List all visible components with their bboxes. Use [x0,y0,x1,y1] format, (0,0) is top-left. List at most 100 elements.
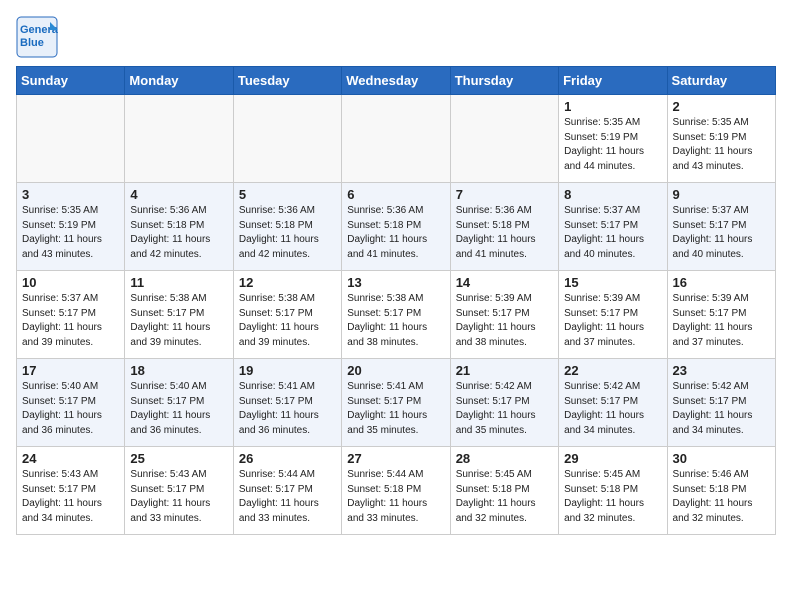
calendar-cell: 17Sunrise: 5:40 AM Sunset: 5:17 PM Dayli… [17,359,125,447]
day-number: 5 [239,187,336,202]
day-info: Sunrise: 5:42 AM Sunset: 5:17 PM Dayligh… [564,380,661,438]
calendar-cell: 25Sunrise: 5:43 AM Sunset: 5:17 PM Dayli… [125,447,233,535]
header-tuesday: Tuesday [233,67,341,95]
calendar-cell: 3 Sunrise: 5:35 AM Sunset: 5:19 PM Daylig… [17,183,125,271]
day-info: Sunrise: 5:37 AM Sunset: 5:17 PM Dayligh… [22,292,119,350]
day-info: Sunrise: 5:40 AM Sunset: 5:17 PM Dayligh… [22,380,119,438]
day-number: 12 [239,275,336,290]
day-number: 27 [347,451,444,466]
day-info: Sunrise: 5:36 AM Sunset: 5:18 PM Dayligh… [239,204,336,262]
day-number: 9 [673,187,770,202]
day-number: 8 [564,187,661,202]
day-number: 24 [22,451,119,466]
calendar-cell: 4 Sunrise: 5:36 AM Sunset: 5:18 PM Daylig… [125,183,233,271]
logo-container: General Blue [16,16,58,58]
calendar-cell: 19Sunrise: 5:41 AM Sunset: 5:17 PM Dayli… [233,359,341,447]
day-info: Sunrise: 5:42 AM Sunset: 5:17 PM Dayligh… [456,380,553,438]
day-number: 14 [456,275,553,290]
logo: General Blue [16,16,58,58]
calendar-cell: 5 Sunrise: 5:36 AM Sunset: 5:18 PM Daylig… [233,183,341,271]
day-info: Sunrise: 5:42 AM Sunset: 5:17 PM Dayligh… [673,380,770,438]
day-number: 13 [347,275,444,290]
day-number: 30 [673,451,770,466]
calendar-cell: 16 Sunrise: 5:39 AM Sunset: 5:17 PM Dayli… [667,271,775,359]
calendar-cell: 26 Sunrise: 5:44 AM Sunset: 5:17 PM Dayli… [233,447,341,535]
day-number: 6 [347,187,444,202]
header-monday: Monday [125,67,233,95]
day-number: 20 [347,363,444,378]
calendar-cell: 30 Sunrise: 5:46 AM Sunset: 5:18 PM Dayli… [667,447,775,535]
day-number: 2 [673,99,770,114]
day-number: 29 [564,451,661,466]
calendar-cell: 7Sunrise: 5:36 AM Sunset: 5:18 PM Daylig… [450,183,558,271]
calendar-week-row: 10 Sunrise: 5:37 AM Sunset: 5:17 PM Dayli… [17,271,776,359]
day-number: 22 [564,363,661,378]
calendar-cell: 12 Sunrise: 5:38 AM Sunset: 5:17 PM Dayli… [233,271,341,359]
day-number: 25 [130,451,227,466]
day-info: Sunrise: 5:39 AM Sunset: 5:17 PM Dayligh… [456,292,553,350]
day-number: 26 [239,451,336,466]
day-info: Sunrise: 5:41 AM Sunset: 5:17 PM Dayligh… [347,380,444,438]
calendar-cell: 10 Sunrise: 5:37 AM Sunset: 5:17 PM Dayli… [17,271,125,359]
calendar-cell [17,95,125,183]
day-info: Sunrise: 5:36 AM Sunset: 5:18 PM Dayligh… [456,204,553,262]
day-info: Sunrise: 5:41 AM Sunset: 5:17 PM Dayligh… [239,380,336,438]
calendar-cell: 1Sunrise: 5:35 AM Sunset: 5:19 PM Daylig… [559,95,667,183]
calendar-cell: 14 Sunrise: 5:39 AM Sunset: 5:17 PM Dayli… [450,271,558,359]
day-number: 28 [456,451,553,466]
svg-text:Blue: Blue [20,37,44,49]
calendar-cell: 24 Sunrise: 5:43 AM Sunset: 5:17 PM Dayli… [17,447,125,535]
calendar-cell: 20 Sunrise: 5:41 AM Sunset: 5:17 PM Dayli… [342,359,450,447]
day-info: Sunrise: 5:46 AM Sunset: 5:18 PM Dayligh… [673,468,770,526]
day-info: Sunrise: 5:35 AM Sunset: 5:19 PM Dayligh… [673,116,770,174]
calendar-cell [233,95,341,183]
day-info: Sunrise: 5:44 AM Sunset: 5:17 PM Dayligh… [239,468,336,526]
day-info: Sunrise: 5:38 AM Sunset: 5:17 PM Dayligh… [347,292,444,350]
calendar-cell: 18Sunrise: 5:40 AM Sunset: 5:17 PM Dayli… [125,359,233,447]
day-info: Sunrise: 5:43 AM Sunset: 5:17 PM Dayligh… [22,468,119,526]
day-number: 4 [130,187,227,202]
calendar-cell: 29 Sunrise: 5:45 AM Sunset: 5:18 PM Dayli… [559,447,667,535]
day-number: 23 [673,363,770,378]
header-sunday: Sunday [17,67,125,95]
day-info: Sunrise: 5:36 AM Sunset: 5:18 PM Dayligh… [130,204,227,262]
day-info: Sunrise: 5:44 AM Sunset: 5:18 PM Dayligh… [347,468,444,526]
day-info: Sunrise: 5:37 AM Sunset: 5:17 PM Dayligh… [564,204,661,262]
calendar-cell [450,95,558,183]
day-number: 11 [130,275,227,290]
day-number: 10 [22,275,119,290]
calendar-cell: 27 Sunrise: 5:44 AM Sunset: 5:18 PM Dayli… [342,447,450,535]
calendar-week-row: 17Sunrise: 5:40 AM Sunset: 5:17 PM Dayli… [17,359,776,447]
header-friday: Friday [559,67,667,95]
header-thursday: Thursday [450,67,558,95]
day-info: Sunrise: 5:40 AM Sunset: 5:17 PM Dayligh… [130,380,227,438]
calendar-week-row: 24 Sunrise: 5:43 AM Sunset: 5:17 PM Dayli… [17,447,776,535]
calendar-cell: 21 Sunrise: 5:42 AM Sunset: 5:17 PM Dayli… [450,359,558,447]
day-info: Sunrise: 5:37 AM Sunset: 5:17 PM Dayligh… [673,204,770,262]
calendar-cell: 13 Sunrise: 5:38 AM Sunset: 5:17 PM Dayli… [342,271,450,359]
day-number: 15 [564,275,661,290]
calendar-cell [125,95,233,183]
logo-svg: General Blue [16,16,58,58]
day-info: Sunrise: 5:45 AM Sunset: 5:18 PM Dayligh… [456,468,553,526]
calendar-table: SundayMondayTuesdayWednesdayThursdayFrid… [16,66,776,535]
calendar-cell: 6 Sunrise: 5:36 AM Sunset: 5:18 PM Daylig… [342,183,450,271]
day-info: Sunrise: 5:45 AM Sunset: 5:18 PM Dayligh… [564,468,661,526]
day-info: Sunrise: 5:39 AM Sunset: 5:17 PM Dayligh… [673,292,770,350]
day-number: 21 [456,363,553,378]
calendar-cell: 2 Sunrise: 5:35 AM Sunset: 5:19 PM Daylig… [667,95,775,183]
day-info: Sunrise: 5:38 AM Sunset: 5:17 PM Dayligh… [239,292,336,350]
calendar-week-row: 3 Sunrise: 5:35 AM Sunset: 5:19 PM Daylig… [17,183,776,271]
day-number: 16 [673,275,770,290]
calendar-cell: 22 Sunrise: 5:42 AM Sunset: 5:17 PM Dayli… [559,359,667,447]
calendar-cell: 8 Sunrise: 5:37 AM Sunset: 5:17 PM Daylig… [559,183,667,271]
calendar-cell: 9 Sunrise: 5:37 AM Sunset: 5:17 PM Daylig… [667,183,775,271]
day-number: 1 [564,99,661,114]
day-info: Sunrise: 5:35 AM Sunset: 5:19 PM Dayligh… [22,204,119,262]
header-wednesday: Wednesday [342,67,450,95]
calendar-header-row: SundayMondayTuesdayWednesdayThursdayFrid… [17,67,776,95]
day-info: Sunrise: 5:36 AM Sunset: 5:18 PM Dayligh… [347,204,444,262]
calendar-cell [342,95,450,183]
day-number: 3 [22,187,119,202]
calendar-cell: 23 Sunrise: 5:42 AM Sunset: 5:17 PM Dayli… [667,359,775,447]
